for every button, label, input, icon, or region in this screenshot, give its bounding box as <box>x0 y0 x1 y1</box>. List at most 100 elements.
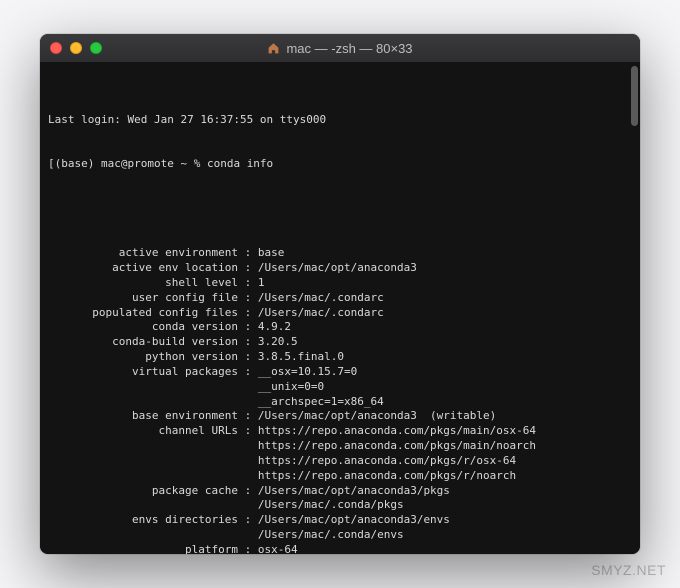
close-button[interactable] <box>50 42 62 54</box>
info-row: virtual packages : __osx=10.15.7=0 <box>48 365 632 380</box>
info-row: conda-build version : 3.20.5 <box>48 335 632 350</box>
info-sep: : <box>238 484 258 499</box>
titlebar[interactable]: mac — -zsh — 80×33 <box>40 34 640 62</box>
info-key <box>48 498 238 513</box>
maximize-button[interactable] <box>90 42 102 54</box>
info-key: conda version <box>48 320 238 335</box>
info-row: https://repo.anaconda.com/pkgs/r/noarch <box>48 469 632 484</box>
info-value: https://repo.anaconda.com/pkgs/main/osx-… <box>258 424 536 439</box>
info-value: base <box>258 246 285 261</box>
info-key: python version <box>48 350 238 365</box>
info-sep: : <box>238 350 258 365</box>
info-key: user config file <box>48 291 238 306</box>
conda-info-block: active environment : baseactive env loca… <box>48 246 632 554</box>
info-key: active environment <box>48 246 238 261</box>
info-value: 1 <box>258 276 265 291</box>
info-key <box>48 380 238 395</box>
terminal-body[interactable]: Last login: Wed Jan 27 16:37:55 on ttys0… <box>40 62 640 554</box>
info-value: osx-64 <box>258 543 298 554</box>
window-title: mac — -zsh — 80×33 <box>286 41 412 56</box>
window-title-wrap: mac — -zsh — 80×33 <box>40 41 640 56</box>
info-row: python version : 3.8.5.final.0 <box>48 350 632 365</box>
info-sep: : <box>238 261 258 276</box>
info-value: /Users/mac/opt/anaconda3/envs <box>258 513 450 528</box>
info-key <box>48 454 238 469</box>
info-value: /Users/mac/opt/anaconda3/pkgs <box>258 484 450 499</box>
info-key: populated config files <box>48 306 238 321</box>
info-sep: : <box>238 543 258 554</box>
info-value: /Users/mac/.conda/envs <box>258 528 404 543</box>
info-sep: : <box>238 246 258 261</box>
info-value: /Users/mac/.conda/pkgs <box>258 498 404 513</box>
info-sep: : <box>238 409 258 424</box>
info-key <box>48 469 238 484</box>
info-row: active env location : /Users/mac/opt/ana… <box>48 261 632 276</box>
watermark: SMYZ.NET <box>591 562 666 578</box>
info-sep <box>238 439 258 454</box>
info-sep: : <box>238 335 258 350</box>
terminal-window: mac — -zsh — 80×33 Last login: Wed Jan 2… <box>40 34 640 554</box>
info-value: /Users/mac/opt/anaconda3 (writable) <box>258 409 496 424</box>
minimize-button[interactable] <box>70 42 82 54</box>
info-sep: : <box>238 276 258 291</box>
info-sep: : <box>238 424 258 439</box>
home-icon <box>267 42 280 55</box>
info-row: /Users/mac/.conda/envs <box>48 528 632 543</box>
traffic-lights <box>50 42 102 54</box>
info-sep <box>238 498 258 513</box>
info-value: 3.8.5.final.0 <box>258 350 344 365</box>
info-sep: : <box>238 291 258 306</box>
info-key <box>48 528 238 543</box>
info-row: __archspec=1=x86_64 <box>48 395 632 410</box>
info-key: active env location <box>48 261 238 276</box>
info-sep <box>238 380 258 395</box>
info-value: __osx=10.15.7=0 <box>258 365 357 380</box>
info-key: conda-build version <box>48 335 238 350</box>
info-row: __unix=0=0 <box>48 380 632 395</box>
info-sep: : <box>238 320 258 335</box>
info-row: platform : osx-64 <box>48 543 632 554</box>
info-sep <box>238 469 258 484</box>
info-key: platform <box>48 543 238 554</box>
blank-line <box>48 202 632 217</box>
info-row: shell level : 1 <box>48 276 632 291</box>
info-value: __archspec=1=x86_64 <box>258 395 384 410</box>
info-row: base environment : /Users/mac/opt/anacon… <box>48 409 632 424</box>
info-value: https://repo.anaconda.com/pkgs/main/noar… <box>258 439 536 454</box>
info-value: https://repo.anaconda.com/pkgs/r/osx-64 <box>258 454 516 469</box>
info-key: envs directories <box>48 513 238 528</box>
info-value: https://repo.anaconda.com/pkgs/r/noarch <box>258 469 516 484</box>
info-key: package cache <box>48 484 238 499</box>
info-row: /Users/mac/.conda/pkgs <box>48 498 632 513</box>
info-value: /Users/mac/.condarc <box>258 306 384 321</box>
info-key: virtual packages <box>48 365 238 380</box>
info-value: /Users/mac/opt/anaconda3 <box>258 261 417 276</box>
info-value: 3.20.5 <box>258 335 298 350</box>
info-row: user config file : /Users/mac/.condarc <box>48 291 632 306</box>
info-value: __unix=0=0 <box>258 380 324 395</box>
info-sep <box>238 528 258 543</box>
info-sep: : <box>238 513 258 528</box>
info-key: channel URLs <box>48 424 238 439</box>
info-value: 4.9.2 <box>258 320 291 335</box>
prompt-line-1: [(base) mac@promote ~ % conda info <box>48 157 632 172</box>
info-sep: : <box>238 306 258 321</box>
info-sep <box>238 395 258 410</box>
info-key <box>48 395 238 410</box>
info-row: populated config files : /Users/mac/.con… <box>48 306 632 321</box>
info-row: active environment : base <box>48 246 632 261</box>
info-row: channel URLs : https://repo.anaconda.com… <box>48 424 632 439</box>
info-row: https://repo.anaconda.com/pkgs/main/noar… <box>48 439 632 454</box>
info-key: base environment <box>48 409 238 424</box>
info-value: /Users/mac/.condarc <box>258 291 384 306</box>
last-login-line: Last login: Wed Jan 27 16:37:55 on ttys0… <box>48 113 632 128</box>
info-row: https://repo.anaconda.com/pkgs/r/osx-64 <box>48 454 632 469</box>
info-key: shell level <box>48 276 238 291</box>
info-row: conda version : 4.9.2 <box>48 320 632 335</box>
info-key <box>48 439 238 454</box>
scrollbar[interactable] <box>631 66 638 126</box>
info-row: package cache : /Users/mac/opt/anaconda3… <box>48 484 632 499</box>
info-row: envs directories : /Users/mac/opt/anacon… <box>48 513 632 528</box>
info-sep <box>238 454 258 469</box>
info-sep: : <box>238 365 258 380</box>
